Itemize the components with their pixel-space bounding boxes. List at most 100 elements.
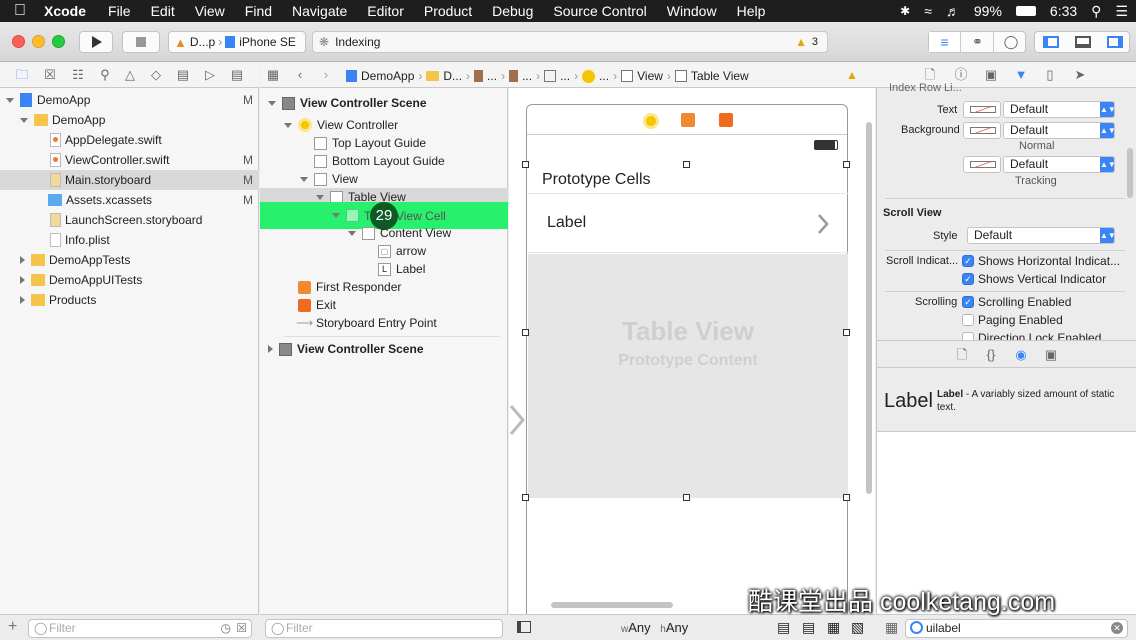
disclosure-triangle-icon[interactable]	[300, 176, 308, 182]
warning-icon[interactable]: ▲	[795, 35, 807, 49]
cell-label[interactable]: Label	[547, 214, 586, 232]
disclosure-triangle-icon[interactable]	[6, 97, 14, 103]
warning-count[interactable]: 3	[812, 36, 818, 48]
outline-row[interactable]: View Controller Scene	[260, 94, 508, 112]
list-item-selected[interactable]: Main.storyboard M	[0, 170, 259, 190]
size-inspector-icon[interactable]: ▯	[1042, 67, 1058, 83]
attributes-inspector-icon[interactable]: ▼	[1013, 67, 1029, 83]
jump-item[interactable]: ...	[599, 69, 609, 83]
library-search-input[interactable]: uilabel ✕	[905, 619, 1128, 638]
issue-navigator-icon[interactable]: △	[122, 67, 138, 83]
run-button[interactable]	[79, 31, 113, 53]
toggle-navigator-icon[interactable]	[1043, 36, 1059, 48]
apple-icon[interactable]: 	[0, 2, 40, 20]
media-library-icon[interactable]: ▣	[1043, 347, 1059, 363]
resize-handle[interactable]	[522, 329, 529, 336]
background-color-swatch[interactable]	[963, 122, 1001, 139]
connections-inspector-icon[interactable]: ➤	[1072, 67, 1088, 83]
list-item[interactable]: Products	[0, 290, 259, 310]
modified-files-icon[interactable]: ☒	[236, 620, 247, 637]
recent-files-icon[interactable]: ◷	[221, 620, 231, 637]
outline-row[interactable]: Content View	[260, 224, 508, 242]
resize-handle[interactable]	[843, 161, 850, 168]
text-color-swatch[interactable]	[963, 101, 1001, 118]
outline-row[interactable]: View Controller Scene	[260, 340, 508, 358]
version-editor-icon[interactable]: ◯	[995, 32, 1027, 52]
menu-debug[interactable]: Debug	[482, 3, 543, 19]
list-item[interactable]: DemoAppUITests	[0, 270, 259, 290]
disclosure-triangle-icon[interactable]	[332, 213, 340, 218]
shows-vertical-label[interactable]: Shows Vertical Indicator	[978, 272, 1106, 286]
vertical-scrollbar[interactable]	[866, 122, 872, 494]
resize-handle[interactable]	[522, 494, 529, 501]
menu-edit[interactable]: Edit	[141, 3, 185, 19]
back-arrow-icon[interactable]: ‹	[292, 67, 308, 83]
list-item[interactable]: AppDelegate.swift	[0, 130, 259, 150]
paging-enabled-checkbox[interactable]	[962, 314, 974, 326]
jump-item[interactable]: D...	[443, 69, 462, 83]
table-view-cell[interactable]: Label	[528, 193, 848, 253]
identity-inspector-icon[interactable]: ▣	[983, 67, 999, 83]
add-icon[interactable]: +	[8, 618, 17, 636]
quick-help-icon[interactable]: ⓘ	[953, 67, 969, 83]
spotlight-icon[interactable]: ⚲	[1091, 3, 1101, 20]
jump-item[interactable]: View	[637, 69, 663, 83]
outline-row[interactable]: Exit	[260, 296, 508, 314]
zoom-window-button[interactable]	[52, 35, 65, 48]
list-item[interactable]: Info.plist	[0, 230, 259, 250]
resize-handle[interactable]	[843, 329, 850, 336]
resize-handle[interactable]	[522, 161, 529, 168]
scrolling-enabled-checkbox[interactable]: ✓	[962, 296, 974, 308]
shows-vertical-checkbox[interactable]: ✓	[962, 273, 974, 285]
bluetooth-icon[interactable]: ✱	[900, 4, 910, 18]
exit-icon[interactable]	[719, 113, 733, 127]
disclosure-triangle-icon[interactable]	[268, 100, 276, 106]
report-navigator-icon[interactable]: ▤	[229, 67, 245, 83]
clear-search-icon[interactable]: ✕	[1111, 622, 1123, 634]
jump-item[interactable]: DemoApp	[361, 69, 414, 83]
scrolling-enabled-label[interactable]: Scrolling Enabled	[978, 295, 1071, 309]
breakpoint-navigator-icon[interactable]: ▷	[202, 67, 218, 83]
related-items-icon[interactable]: ▦	[265, 67, 281, 83]
disclosure-triangle-icon[interactable]	[268, 345, 273, 353]
menu-window[interactable]: Window	[657, 3, 727, 19]
toggle-outline-icon[interactable]	[517, 621, 531, 633]
outline-row[interactable]: First Responder	[260, 278, 508, 296]
list-item[interactable]: LaunchScreen.storyboard	[0, 210, 259, 230]
outline-row[interactable]: Bottom Layout Guide	[260, 152, 508, 170]
menu-app[interactable]: Xcode	[40, 3, 98, 19]
first-responder-icon[interactable]	[681, 113, 695, 127]
project-navigator-icon[interactable]: 🗀	[14, 67, 30, 83]
outline-filter-input[interactable]: ◯ Filter	[265, 619, 503, 638]
volume-icon[interactable]: ♬	[946, 3, 960, 19]
menu-navigate[interactable]: Navigate	[282, 3, 357, 19]
stop-button[interactable]	[122, 31, 160, 53]
list-item[interactable]: Assets.xcassets M	[0, 190, 259, 210]
storyboard-canvas[interactable]: Prototype Cells Label Table View Prototy…	[509, 88, 875, 614]
wifi-icon[interactable]: ≈	[924, 3, 932, 19]
file-template-library-icon[interactable]: 🗋	[954, 347, 970, 363]
library-item[interactable]: Label Label - A variably sized amount of…	[877, 368, 1136, 432]
code-snippet-library-icon[interactable]: {}	[983, 347, 999, 363]
forward-arrow-icon[interactable]: ›	[318, 67, 334, 83]
align-icon[interactable]: ▤	[802, 619, 815, 636]
disclosure-triangle-icon[interactable]	[20, 117, 28, 123]
list-item[interactable]: ViewController.swift M	[0, 150, 259, 170]
jump-item[interactable]: ...	[487, 69, 497, 83]
disclosure-triangle-icon[interactable]	[316, 194, 324, 200]
symbol-navigator-icon[interactable]: ☷	[70, 67, 86, 83]
stack-view-icon[interactable]: ▤	[777, 619, 790, 636]
outline-row[interactable]: L Label	[260, 260, 508, 278]
scheme-selector[interactable]: ▲ D...p › iPhone SE	[168, 31, 306, 53]
outline-row[interactable]: ⟶ Storyboard Entry Point	[260, 314, 508, 332]
menu-help[interactable]: Help	[727, 3, 776, 19]
clock[interactable]: 6:33	[1050, 3, 1077, 19]
disclosure-triangle-icon[interactable]	[284, 122, 292, 128]
text-color-popup[interactable]: Default ▲▼	[1003, 101, 1116, 118]
outline-row[interactable]: Top Layout Guide	[260, 134, 508, 152]
jump-item[interactable]: Table View	[691, 69, 749, 83]
jump-item[interactable]: ...	[560, 69, 570, 83]
find-navigator-icon[interactable]: ⚲	[97, 67, 113, 83]
battery-percent[interactable]: 99%	[974, 3, 1002, 19]
menu-source-control[interactable]: Source Control	[543, 3, 656, 19]
